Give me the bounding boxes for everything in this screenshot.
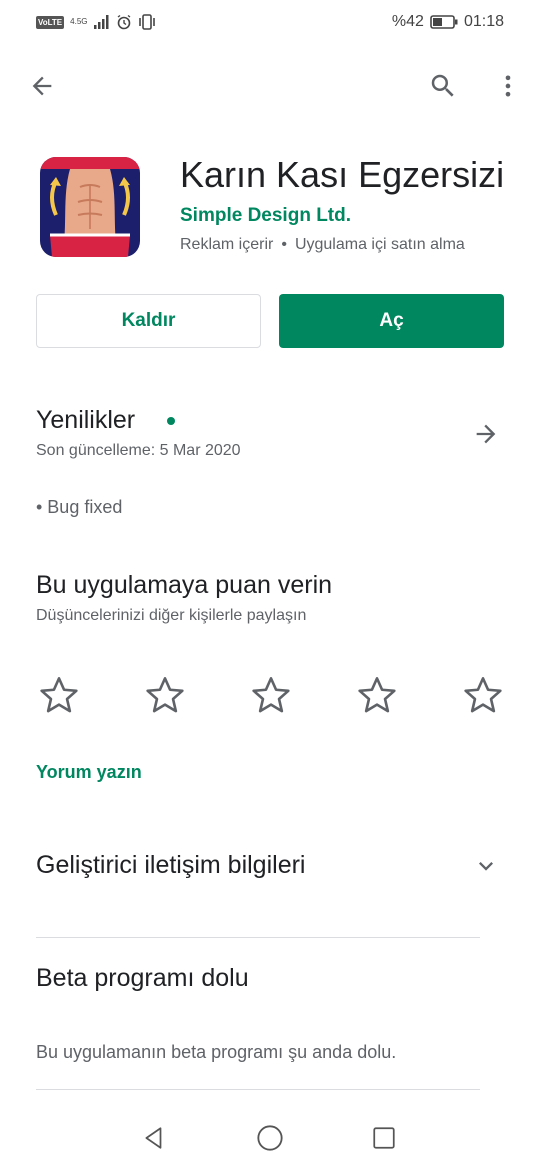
star-rating bbox=[36, 672, 506, 718]
star-5[interactable] bbox=[460, 672, 506, 718]
square-recents-icon bbox=[373, 1127, 395, 1149]
more-options-button[interactable] bbox=[486, 64, 530, 108]
star-2[interactable] bbox=[142, 672, 188, 718]
search-icon bbox=[431, 74, 454, 97]
status-bar: VoLTE 4.5G %42 01:18 bbox=[0, 0, 540, 46]
chevron-down-icon bbox=[479, 862, 493, 871]
beta-title: Beta programı dolu bbox=[36, 964, 249, 992]
developer-link[interactable]: Simple Design Ltd. bbox=[180, 205, 351, 227]
system-nav-bar bbox=[0, 1110, 540, 1170]
beta-text: Bu uygulamanın beta programı şu anda dol… bbox=[36, 1042, 397, 1062]
meta-separator: • bbox=[281, 236, 287, 253]
rate-subtitle: Düşüncelerinizi diğer kişilerle paylaşın bbox=[36, 607, 307, 624]
in-app-purchases-label: Uygulama içi satın alma bbox=[294, 236, 465, 253]
app-title: Karın Kası Egzersizi bbox=[180, 154, 505, 195]
last-updated: Son güncelleme: 5 Mar 2020 bbox=[36, 442, 241, 459]
uninstall-button[interactable]: Kaldır bbox=[36, 294, 261, 348]
arrow-forward-icon bbox=[476, 424, 496, 444]
star-outline-icon bbox=[40, 677, 78, 713]
status-right: %42 01:18 bbox=[392, 12, 504, 32]
app-bar bbox=[0, 56, 540, 120]
star-outline-icon bbox=[358, 677, 396, 713]
new-indicator-dot bbox=[167, 417, 175, 425]
star-4[interactable] bbox=[354, 672, 400, 718]
whats-new-arrow-button[interactable] bbox=[466, 414, 506, 454]
circle-home-icon bbox=[257, 1125, 283, 1151]
more-vert-icon bbox=[505, 75, 511, 97]
developer-contact-title[interactable]: Geliştirici iletişim bilgileri bbox=[36, 851, 305, 880]
open-button[interactable]: Aç bbox=[279, 294, 504, 348]
triangle-back-icon bbox=[145, 1127, 162, 1149]
alarm-icon bbox=[117, 14, 130, 30]
nav-home-button[interactable] bbox=[250, 1118, 290, 1158]
expand-developer-contact-button[interactable] bbox=[466, 846, 506, 886]
clock: 01:18 bbox=[463, 13, 504, 30]
star-3[interactable] bbox=[248, 672, 294, 718]
app-icon bbox=[40, 157, 140, 257]
rate-title: Bu uygulamaya puan verin bbox=[36, 571, 333, 599]
arrow-back-icon bbox=[32, 76, 52, 96]
battery-percent: %42 bbox=[391, 13, 424, 30]
nav-recents-button[interactable] bbox=[364, 1118, 404, 1158]
search-button[interactable] bbox=[421, 64, 465, 108]
network-label: 4.5G bbox=[70, 17, 88, 26]
vibrate-icon bbox=[138, 14, 155, 30]
contains-ads-label: Reklam içerir bbox=[180, 236, 274, 253]
star-outline-icon bbox=[252, 677, 290, 713]
divider bbox=[36, 1089, 480, 1090]
divider bbox=[36, 937, 480, 938]
write-review-link[interactable]: Yorum yazın bbox=[36, 762, 142, 783]
status-left: VoLTE 4.5G bbox=[36, 12, 156, 32]
release-notes: • Bug fixed bbox=[36, 497, 123, 517]
signal-icon bbox=[93, 15, 108, 29]
star-outline-icon bbox=[146, 677, 184, 713]
nav-back-button[interactable] bbox=[134, 1118, 174, 1158]
battery-icon bbox=[430, 15, 458, 29]
star-outline-icon bbox=[464, 677, 502, 713]
app-meta: Reklam içerir • Uygulama içi satın alma bbox=[180, 236, 465, 254]
abs-fitness-logo bbox=[40, 157, 140, 257]
whats-new-title: Yenilikler bbox=[36, 406, 136, 434]
back-button[interactable] bbox=[20, 64, 64, 108]
star-1[interactable] bbox=[36, 672, 82, 718]
volte-badge: VoLTE bbox=[36, 15, 65, 29]
